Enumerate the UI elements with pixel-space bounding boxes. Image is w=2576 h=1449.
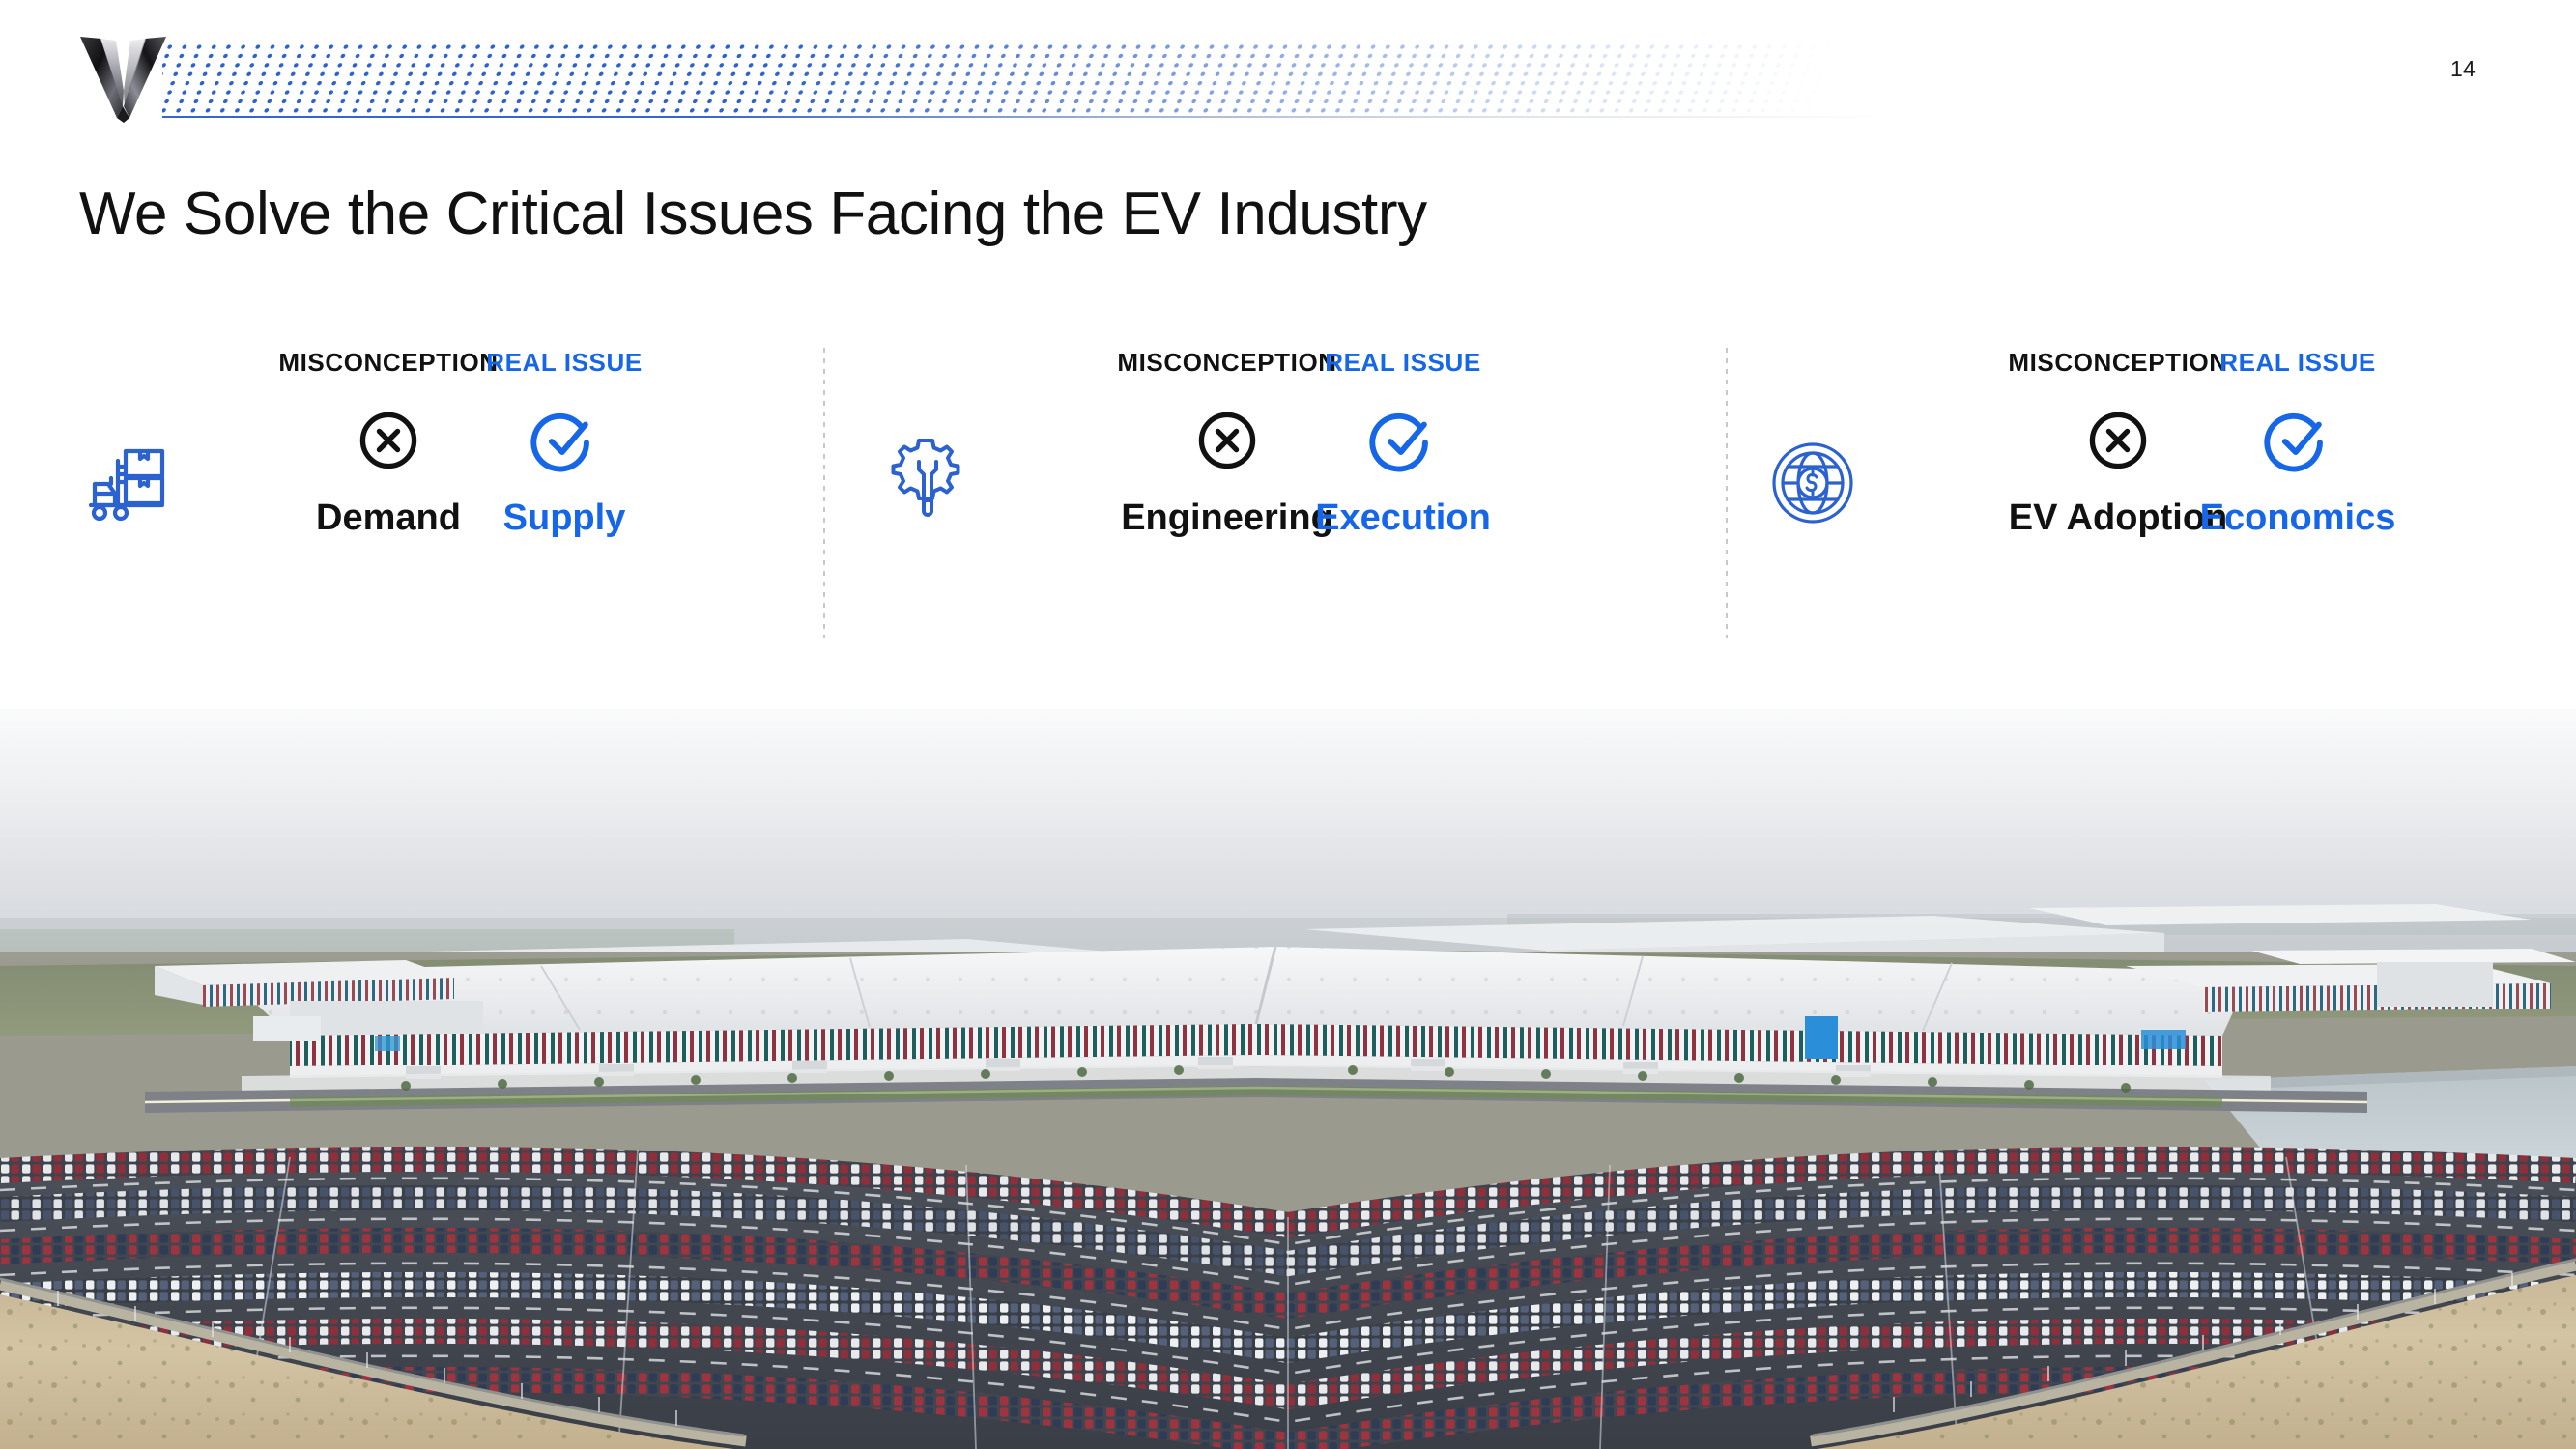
column-divider	[1726, 348, 1728, 638]
kicker-real-issue: REAL ISSUE	[486, 348, 643, 377]
kicker-real-issue: REAL ISSUE	[1325, 348, 1481, 377]
factory-aerial-photo	[0, 676, 2576, 1449]
check-circle-icon	[2124, 396, 2472, 485]
check-circle-icon	[390, 396, 738, 485]
real-issue-label: Economics	[2199, 497, 2396, 538]
header-rule	[162, 116, 1892, 118]
page-title: We Solve the Critical Issues Facing the …	[79, 181, 1427, 247]
gear-wrench-icon	[879, 433, 972, 526]
comparison-group-execution: MISCONCEPTION Engineering REAL ISSUE Exe…	[850, 348, 1604, 638]
halftone-dot-band	[162, 44, 1892, 118]
check-circle-icon	[1229, 396, 1577, 485]
forklift-boxes-icon	[79, 440, 172, 532]
real-issue-label: Execution	[1315, 497, 1491, 538]
comparison-group-supply: MISCONCEPTION Demand REAL ISSUE Supply	[58, 348, 812, 638]
kicker-real-issue: REAL ISSUE	[2219, 348, 2376, 377]
globe-dollar-icon	[1766, 437, 1859, 529]
real-issue-label: Supply	[502, 497, 626, 538]
comparison-group-economics: MISCONCEPTION EV Adoption REAL ISSUE Eco…	[1739, 348, 2512, 638]
column-divider	[823, 348, 825, 638]
slide-header: 14	[0, 0, 2576, 145]
vinfast-v-chevron-logo	[72, 27, 174, 124]
page-number: 14	[2450, 56, 2476, 81]
comparison-band: MISCONCEPTION Demand REAL ISSUE Supply M…	[0, 348, 2576, 638]
